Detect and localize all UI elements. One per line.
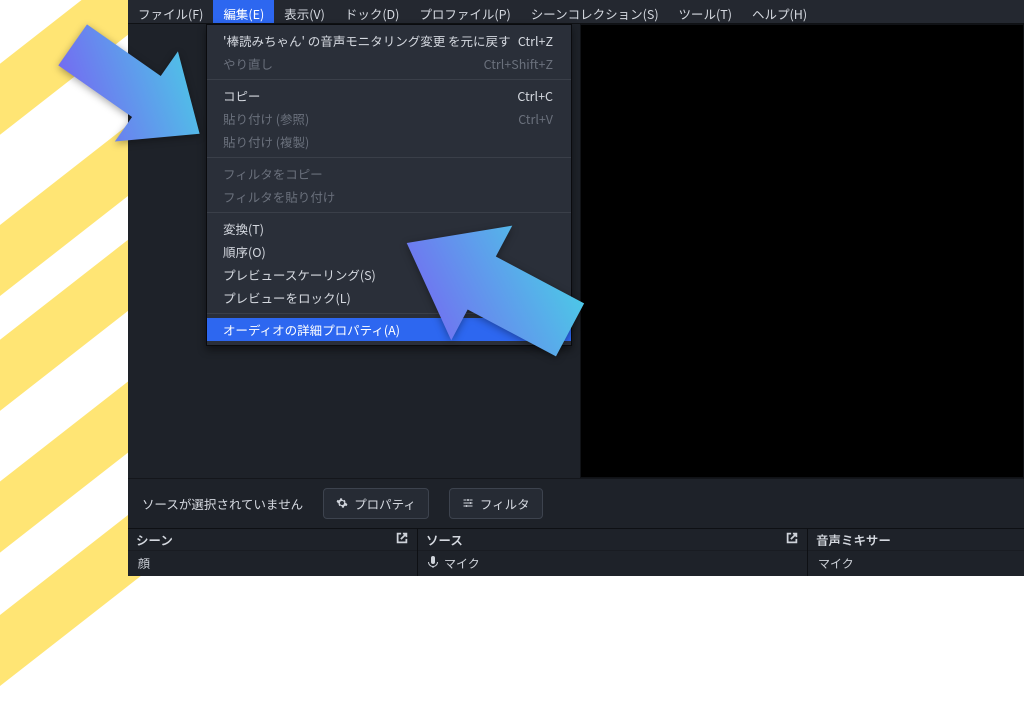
no-source-label: ソースが選択されていません bbox=[142, 494, 303, 513]
sources-list[interactable]: マイク bbox=[418, 551, 807, 576]
mixer-list[interactable]: マイク bbox=[808, 551, 1024, 576]
list-item: マイク bbox=[818, 555, 854, 572]
popout-icon[interactable] bbox=[395, 530, 409, 549]
scenes-header[interactable]: シーン bbox=[128, 529, 417, 551]
scenes-title: シーン bbox=[136, 530, 173, 549]
tutorial-arrow-advanced-audio bbox=[380, 190, 610, 390]
scenes-list[interactable]: 顔 bbox=[128, 551, 417, 576]
sources-title: ソース bbox=[426, 530, 463, 549]
sources-panel: ソース マイク bbox=[418, 528, 808, 576]
menu-redo[interactable]: やり直しCtrl+Shift+Z bbox=[207, 52, 571, 75]
mic-icon bbox=[428, 555, 438, 572]
menu-profile[interactable]: プロファイル(P) bbox=[409, 0, 520, 23]
menu-separator bbox=[207, 79, 571, 80]
filter-icon bbox=[462, 494, 474, 513]
bottom-panels: シーン 顔 ソース マイク bbox=[128, 528, 1024, 576]
mixer-panel: 音声ミキサー マイク bbox=[808, 528, 1024, 576]
list-item[interactable]: マイク bbox=[444, 555, 480, 572]
menu-help[interactable]: ヘルプ(H) bbox=[742, 0, 817, 23]
menu-paste-dup[interactable]: 貼り付け (複製) bbox=[207, 130, 571, 153]
mixer-title: 音声ミキサー bbox=[816, 530, 891, 549]
menu-tools[interactable]: ツール(T) bbox=[669, 0, 742, 23]
scenes-panel: シーン 顔 bbox=[128, 528, 418, 576]
list-item[interactable]: 顔 bbox=[138, 555, 150, 572]
menu-view[interactable]: 表示(V) bbox=[274, 0, 335, 23]
filters-button[interactable]: フィルタ bbox=[449, 488, 543, 519]
menu-copy[interactable]: コピーCtrl+C bbox=[207, 84, 571, 107]
preview-area[interactable] bbox=[580, 24, 1024, 478]
properties-label: プロパティ bbox=[354, 494, 416, 513]
properties-button[interactable]: プロパティ bbox=[323, 488, 429, 519]
menu-dock[interactable]: ドック(D) bbox=[335, 0, 410, 23]
gear-icon bbox=[336, 494, 348, 513]
menu-scenes[interactable]: シーンコレクション(S) bbox=[521, 0, 669, 23]
tutorial-arrow-edit-menu bbox=[30, 0, 230, 175]
menubar: ファイル(F) 編集(E) 表示(V) ドック(D) プロファイル(P) シーン… bbox=[128, 0, 1024, 24]
menu-undo[interactable]: '棒読みちゃん' の音声モニタリング変更 を元に戻すCtrl+Z bbox=[207, 29, 571, 52]
popout-icon[interactable] bbox=[785, 530, 799, 549]
menu-separator bbox=[207, 157, 571, 158]
menu-paste-ref[interactable]: 貼り付け (参照)Ctrl+V bbox=[207, 107, 571, 130]
sources-header[interactable]: ソース bbox=[418, 529, 807, 551]
mixer-header[interactable]: 音声ミキサー bbox=[808, 529, 1024, 551]
filters-label: フィルタ bbox=[480, 494, 530, 513]
menu-copy-filters[interactable]: フィルタをコピー bbox=[207, 162, 571, 185]
source-controls-strip: ソースが選択されていません プロパティ フィルタ bbox=[128, 478, 1024, 528]
